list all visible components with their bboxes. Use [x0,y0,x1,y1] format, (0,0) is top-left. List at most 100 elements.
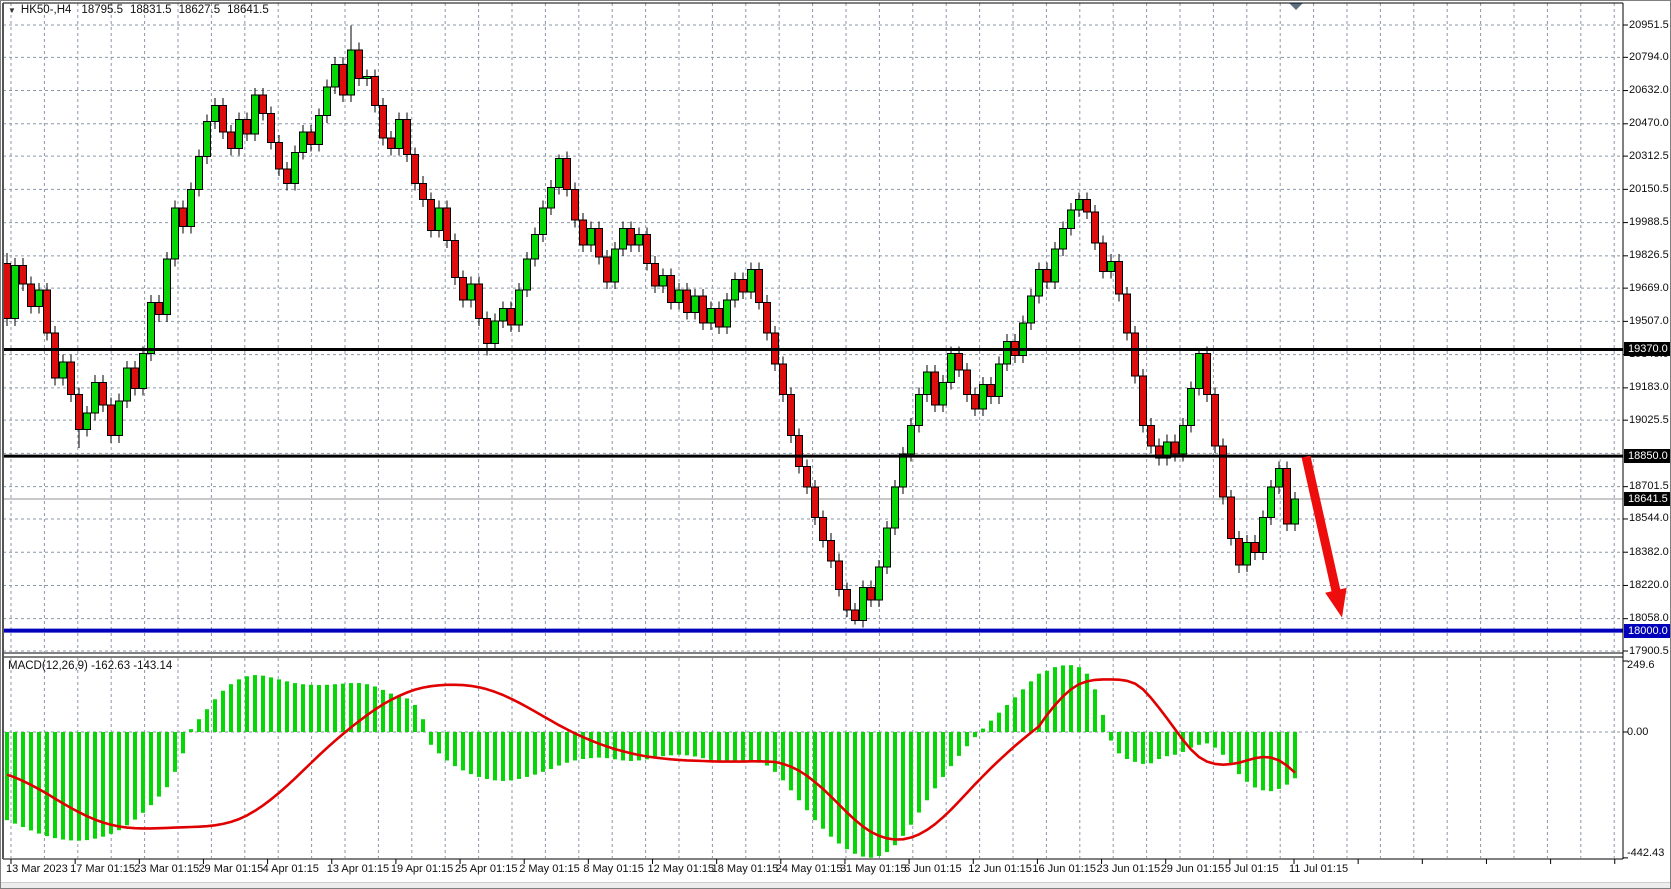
candle-body [83,412,91,431]
macd-histogram-bar [1269,732,1273,792]
macd-histogram-bar [349,683,353,732]
macd-axis-label: 0.00 [1627,725,1649,738]
macd-histogram-bar [157,732,161,797]
macd-histogram-bar [949,732,953,767]
candle-body [907,424,915,455]
price-axis-label: 19025.5 [1629,413,1669,426]
macd-histogram-bar [493,732,497,781]
candle-body [1211,394,1219,447]
macd-histogram-bar [85,732,89,841]
macd-histogram-bar [325,684,329,732]
macd-histogram-bar [1077,667,1081,732]
macd-histogram-bar [469,732,473,775]
macd-histogram-bar [621,732,625,761]
candle-body [1067,209,1075,229]
candle-body [451,240,459,279]
candle-body [1131,332,1139,377]
window-bottom-edge [1,882,1670,888]
candle-body [203,121,211,158]
time-axis-label: 13 Mar 2023 [6,863,68,875]
candle-body [779,363,787,396]
macd-histogram-bar [757,732,761,763]
candle-body [1275,467,1283,488]
ohlc-high: 18831.5 [130,4,172,16]
macd-histogram-bar [453,732,457,767]
macd-histogram-bar [53,732,57,839]
macd-histogram-bar [1261,732,1265,791]
price-axis-label: 20312.5 [1629,149,1669,162]
macd-histogram-bar [141,732,145,813]
macd-histogram-bar [661,732,665,757]
time-axis-label: 4 Apr 01:15 [262,863,319,875]
macd-histogram-bar [365,684,369,732]
candle-body [667,275,675,303]
macd-histogram-bar [405,698,409,732]
macd-histogram-bar [717,732,721,762]
price-axis-label: 20150.5 [1629,182,1669,195]
macd-histogram-bar [1173,732,1177,755]
macd-histogram-bar [669,732,673,756]
macd-histogram-bar [829,732,833,837]
price-axis-label: 17900.5 [1629,644,1669,657]
candle-body [339,63,347,96]
candle-body [1251,541,1259,554]
candle-body [659,275,667,287]
macd-histogram-bar [293,683,297,732]
candle-body [971,394,979,410]
candle-body [1147,424,1155,447]
macd-histogram-bar [837,732,841,844]
candle-body [371,76,379,106]
macd-histogram-bar [1189,732,1193,748]
macd-histogram-bar [725,732,729,762]
macd-histogram-bar [853,732,857,854]
candle-body [459,277,467,301]
candle-body [603,256,611,283]
time-axis-label: 31 May 01:15 [839,863,907,875]
price-axis-label: 18382.0 [1629,545,1669,558]
macd-histogram-bar [749,732,753,762]
candle-body [27,283,35,307]
candle-body [1235,537,1243,566]
symbol-dropdown-icon[interactable]: ▼ [8,6,16,15]
candle-body [299,131,307,154]
macd-histogram-bar [509,732,513,781]
candle-body [3,262,11,320]
macd-histogram-bar [229,684,233,732]
candle-body [555,158,563,188]
macd-histogram-bar [61,732,65,840]
candle-body [595,227,603,258]
candle-body [131,367,139,389]
candle-body [499,307,507,322]
macd-axis-label: 249.6 [1627,658,1655,671]
down-arrow-annotation[interactable] [1301,455,1342,598]
candle-body [1267,486,1275,519]
candle-body [811,486,819,519]
time-axis-label: 19 Apr 01:15 [390,863,454,875]
candle-body [331,63,339,88]
candle-body [1043,268,1051,283]
chart-canvas[interactable] [1,1,1671,889]
candle-body [483,318,491,344]
macd-histogram-bar [485,732,489,779]
candle-body [915,394,923,426]
chart-header: ▼ HK50-,H4 18795.5 18831.5 18627.5 18641… [8,4,276,16]
time-axis-label: 16 Jun 01:15 [1032,863,1097,875]
price-axis-label: 18544.0 [1629,512,1669,525]
candle-body [19,264,27,285]
candle-body [795,435,803,467]
macd-histogram-bar [685,732,689,756]
macd-histogram-bar [317,685,321,732]
macd-indicator-label: MACD(12,26,9) -162.63 -143.14 [8,660,173,672]
macd-histogram-bar [589,732,593,759]
macd-histogram-bar [1109,732,1113,741]
candle-body [347,49,355,96]
time-axis-label: 23 Jun 01:15 [1096,863,1161,875]
candle-body [859,586,867,621]
candle-body [539,207,547,236]
candle-body [627,227,635,246]
macd-histogram-bar [245,676,249,732]
macd-histogram-bar [109,732,113,834]
macd-histogram-bar [357,683,361,732]
macd-histogram-bar [1221,732,1225,755]
macd-histogram-bar [1125,732,1129,760]
